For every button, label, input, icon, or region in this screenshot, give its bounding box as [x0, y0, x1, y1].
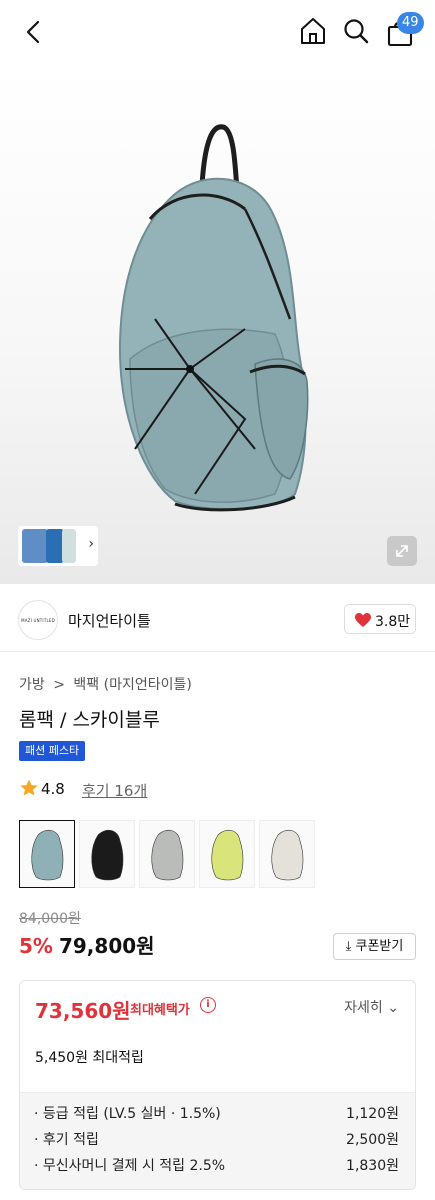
- cart-count-badge: 49: [397, 12, 424, 34]
- back-arrow-icon[interactable]: [20, 18, 48, 46]
- download-icon: ⤓: [345, 939, 352, 954]
- review-count-link[interactable]: 후기 16개: [82, 780, 147, 801]
- promo-tag[interactable]: 패션 페스타: [19, 741, 86, 761]
- color-swatch-image: [91, 829, 124, 881]
- star-icon: [20, 779, 38, 796]
- points-row-value: 2,500원: [346, 1132, 399, 1148]
- gallery-thumbnail[interactable]: [22, 529, 48, 563]
- product-image-gallery[interactable]: ›: [0, 64, 435, 584]
- sale-price: 79,800원: [58, 934, 155, 958]
- max-benefit-price: 73,560원: [35, 999, 131, 1023]
- seller-name[interactable]: 마지언타이틀: [68, 610, 151, 631]
- color-option-ivory[interactable]: [259, 820, 315, 888]
- color-option-skyblue[interactable]: [19, 820, 75, 888]
- coupon-button[interactable]: ⤓ 쿠폰받기: [333, 933, 416, 960]
- expand-icon: [396, 545, 408, 557]
- breadcrumb-category[interactable]: 가방: [19, 677, 45, 693]
- breadcrumb-subcategory[interactable]: 백팩 (마지언타이틀): [73, 677, 191, 693]
- points-row: · 등급 적립 (LV.5 실버 · 1.5%) 1,120원: [34, 1103, 399, 1125]
- color-swatch-image: [271, 829, 304, 881]
- color-option-lime[interactable]: [199, 820, 255, 888]
- color-swatch-image: [31, 829, 64, 881]
- points-row-label: · 무신사머니 결제 시 적립 2.5%: [34, 1158, 226, 1174]
- chevron-down-icon: ⌄: [387, 1000, 399, 1016]
- max-benefit-label: 최대혜택가: [130, 1003, 190, 1018]
- points-row-value: 1,830원: [346, 1158, 399, 1174]
- benefit-detail-toggle[interactable]: 자세히 ⌄: [344, 997, 399, 1017]
- info-icon[interactable]: i: [200, 997, 216, 1013]
- color-swatch-image: [211, 829, 244, 881]
- seller-logo[interactable]: MAZI UNTITLED: [18, 600, 58, 640]
- search-icon[interactable]: [342, 17, 370, 45]
- like-count: 3.8만: [375, 614, 411, 630]
- points-row-value: 1,120원: [346, 1106, 399, 1122]
- rating-score: 4.8: [41, 780, 65, 798]
- seller-row[interactable]: MAZI UNTITLED 마지언타이틀 3.8만: [0, 590, 435, 652]
- sale-price-row: 5% 79,800원: [19, 930, 155, 960]
- breadcrumb-separator: >: [53, 677, 65, 693]
- points-row-label: · 등급 적립 (LV.5 실버 · 1.5%): [34, 1106, 221, 1122]
- home-icon[interactable]: [298, 16, 328, 46]
- like-button[interactable]: 3.8만: [344, 604, 416, 634]
- color-option-gray[interactable]: [139, 820, 195, 888]
- gallery-thumbnail[interactable]: [62, 529, 76, 563]
- detail-label: 자세히: [344, 1000, 383, 1016]
- points-row-label: · 후기 적립: [34, 1132, 99, 1148]
- color-option-black[interactable]: [79, 820, 135, 888]
- original-price: 84,000원: [19, 911, 81, 927]
- points-row: · 무신사머니 결제 시 적립 2.5% 1,830원: [34, 1155, 399, 1177]
- points-summary: 5,450원 최대적립: [35, 1050, 144, 1066]
- discount-rate: 5%: [19, 934, 53, 958]
- points-row: · 후기 적립 2,500원: [34, 1129, 399, 1151]
- product-title: 롬팩 / 스카이블루: [19, 709, 160, 731]
- backpack-image: [118, 124, 309, 512]
- benefit-panel: 73,560원 최대혜택가 i 자세히 ⌄ 5,450원 최대적립 · 등급 적…: [19, 980, 416, 1190]
- chevron-right-icon[interactable]: ›: [88, 536, 94, 552]
- heart-icon: [355, 613, 371, 627]
- gallery-thumbnail-strip[interactable]: ›: [18, 526, 98, 566]
- coupon-label: 쿠폰받기: [355, 939, 404, 954]
- points-breakdown: · 등급 적립 (LV.5 실버 · 1.5%) 1,120원 · 후기 적립 …: [20, 1092, 415, 1189]
- top-bar: 49: [0, 0, 435, 64]
- color-swatch-image: [151, 829, 184, 881]
- expand-image-button[interactable]: [387, 536, 417, 566]
- breadcrumb: 가방 > 백팩 (마지언타이틀): [19, 674, 196, 694]
